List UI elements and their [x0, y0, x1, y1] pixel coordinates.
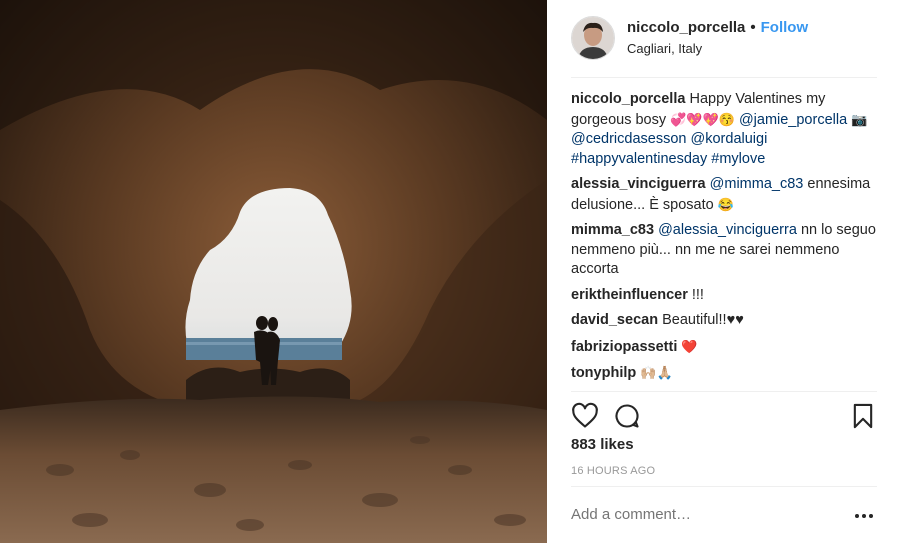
comment-text: !!! — [691, 286, 704, 303]
comment-text: Beautiful!!♥♥ — [662, 312, 744, 328]
comment-emoji: 😂 — [717, 196, 734, 212]
likes-count[interactable]: 883 likes — [571, 436, 634, 453]
header-info: niccolo_porcella • Follow Cagliari, Ital… — [627, 18, 808, 58]
post-side-panel: niccolo_porcella • Follow Cagliari, Ital… — [547, 0, 900, 543]
comment-username[interactable]: alessia_vinciguerra — [571, 176, 706, 192]
actions-divider — [571, 391, 877, 392]
follow-button[interactable]: Follow — [761, 18, 809, 38]
cave-photo-image — [0, 0, 547, 543]
caption-username[interactable]: niccolo_porcella — [571, 91, 685, 107]
post-header: niccolo_porcella • Follow Cagliari, Ital… — [571, 14, 877, 62]
camera-emoji: 📷 — [851, 111, 868, 127]
comment-item: tonyphilp 🙌🏼🙏🏼 — [571, 363, 877, 384]
caption-mention-3[interactable]: @kordaluigi — [691, 131, 768, 147]
comment-mention[interactable]: @alessia_vinciguerra — [658, 222, 797, 238]
header-divider — [571, 77, 877, 78]
caption: niccolo_porcella Happy Valentines my gor… — [571, 90, 877, 169]
post-photo[interactable] — [0, 0, 547, 543]
post-timestamp[interactable]: 16 HOURS AGO — [571, 465, 655, 477]
comment-emoji: ❤️ — [681, 338, 698, 354]
avatar-image — [572, 17, 614, 59]
avatar[interactable] — [571, 16, 615, 60]
comment-icon[interactable] — [613, 402, 641, 430]
header-separator: • — [750, 19, 756, 36]
comment-username[interactable]: mimma_c83 — [571, 222, 654, 238]
bookmark-icon[interactable] — [849, 402, 877, 430]
comment-item: david_secan Beautiful!!♥♥ — [571, 311, 877, 331]
ellipsis-icon[interactable] — [853, 506, 875, 524]
caption-hashtag-1[interactable]: #happyvalentinesday — [571, 151, 707, 167]
caption-emojis: 💞💖💖😚 — [670, 111, 735, 127]
comment-username[interactable]: fabriziopassetti — [571, 339, 677, 355]
caption-hashtag-2[interactable]: #mylove — [711, 151, 765, 167]
comment-username[interactable]: eriktheinfluencer — [571, 287, 688, 303]
location-link[interactable]: Cagliari, Italy — [627, 40, 808, 58]
add-comment-input[interactable] — [571, 506, 851, 523]
comment-item: alessia_vinciguerra @mimma_c83 ennesima … — [571, 175, 877, 215]
comment-item: eriktheinfluencer !!! — [571, 286, 877, 306]
comment-username[interactable]: david_secan — [571, 312, 658, 328]
heart-icon[interactable] — [571, 402, 599, 430]
comment-emoji: 🙌🏼🙏🏼 — [640, 365, 673, 380]
caption-mention-2[interactable]: @cedricdasesson — [571, 131, 686, 147]
comment-item: mimma_c83 @alessia_vinciguerra nn lo seg… — [571, 221, 877, 280]
comment-divider — [571, 486, 877, 487]
header-row: niccolo_porcella • Follow — [627, 18, 808, 38]
instagram-post: niccolo_porcella • Follow Cagliari, Ital… — [0, 0, 900, 543]
comments-list: niccolo_porcella Happy Valentines my gor… — [571, 90, 877, 390]
comment-username[interactable]: tonyphilp — [571, 365, 636, 381]
caption-mention-1[interactable]: @jamie_porcella — [739, 112, 847, 128]
comment-item: fabriziopassetti ❤️ — [571, 337, 877, 358]
header-username[interactable]: niccolo_porcella — [627, 18, 745, 38]
comment-mention[interactable]: @mimma_c83 — [710, 176, 804, 192]
action-bar — [571, 402, 877, 432]
